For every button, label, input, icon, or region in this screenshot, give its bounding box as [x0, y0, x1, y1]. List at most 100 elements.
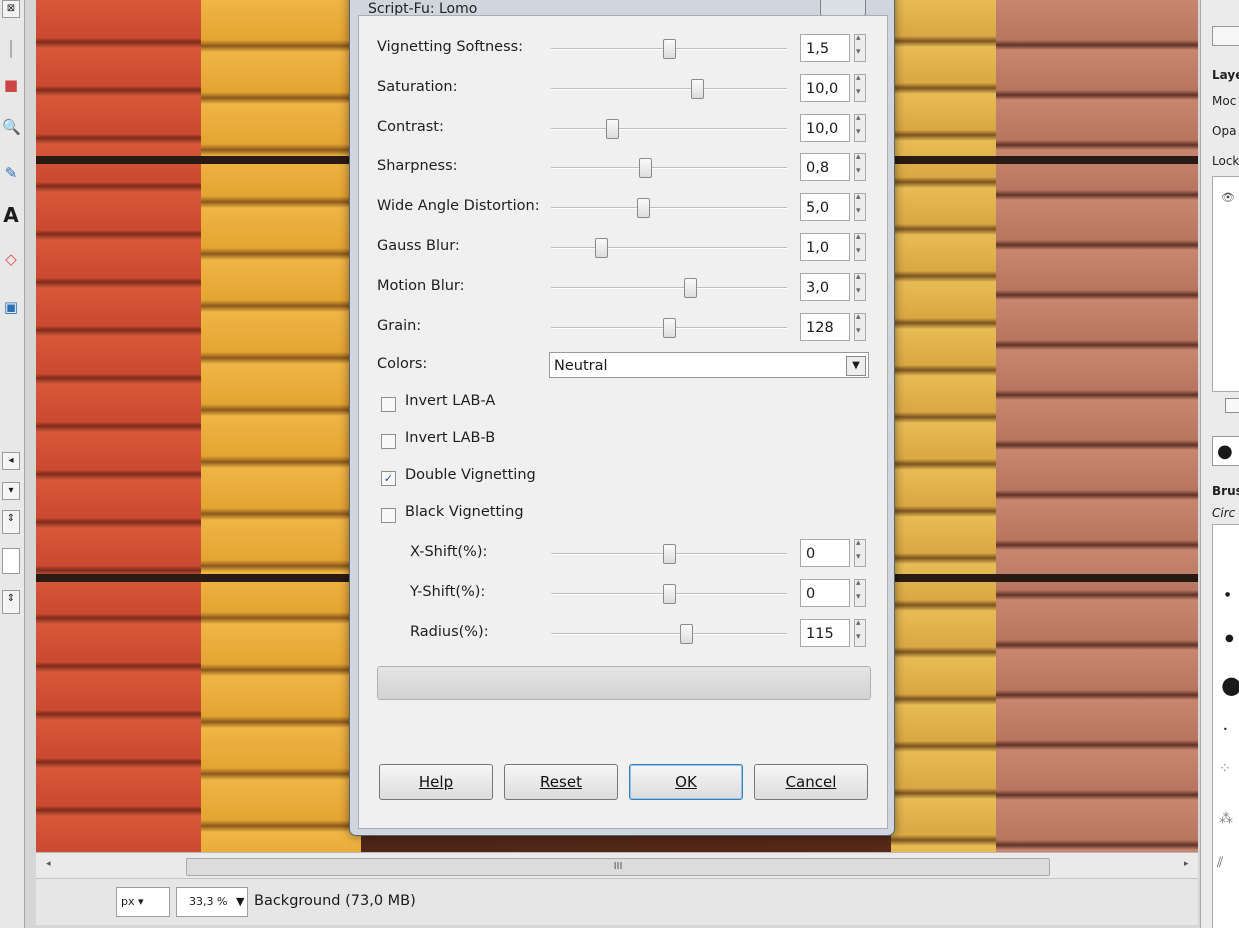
- zoom-dropdown-icon[interactable]: ▼: [236, 895, 244, 908]
- opacity-label: Opa: [1212, 124, 1237, 138]
- vignetting-softness-slider-thumb[interactable]: [663, 39, 676, 59]
- brush-dot-small-icon[interactable]: ●: [1225, 591, 1230, 598]
- contrast-slider-thumb[interactable]: [606, 118, 619, 139]
- gauss-blur-spin-button[interactable]: [854, 232, 866, 261]
- motion-blur-track[interactable]: [551, 286, 787, 289]
- sub-y-shift-value-field[interactable]: 0: [800, 578, 850, 607]
- sub-y-shift-slider-thumb[interactable]: [663, 583, 676, 604]
- field-box[interactable]: [2, 548, 20, 574]
- wide-angle-distortion-slider-thumb[interactable]: [637, 198, 650, 219]
- zoom-value: 33,3 %: [189, 895, 228, 908]
- black-vignetting-label[interactable]: Black Vignetting: [405, 504, 524, 520]
- wide-angle-distortion-value-field[interactable]: 5,0: [800, 193, 850, 222]
- black-vignetting-checkbox[interactable]: [381, 508, 396, 523]
- brush-texture-icon[interactable]: ⁂: [1219, 811, 1233, 827]
- motion-blur-slider-thumb[interactable]: [684, 277, 697, 298]
- gauss-blur-value-field[interactable]: 1,0: [800, 233, 850, 261]
- wide-angle-distortion-label: Wide Angle Distortion:: [377, 198, 540, 215]
- brush-hatch-icon[interactable]: ⫽: [1217, 855, 1223, 871]
- sub-x-shift-spin-button[interactable]: [854, 538, 866, 567]
- pick-icon[interactable]: ✎: [2, 164, 20, 182]
- layers-tab-icon[interactable]: [1212, 26, 1239, 46]
- horizontal-scrollbar[interactable]: ◂ III ▸: [36, 852, 1198, 879]
- sub-radius-spin-button[interactable]: [854, 618, 866, 647]
- contrast-spin-button[interactable]: [854, 113, 866, 142]
- invert-lab-b-checkbox[interactable]: [381, 434, 396, 449]
- brushes-grid[interactable]: ● ● ● • ⁘ ⁂ ⫽: [1212, 524, 1239, 928]
- colors-combo[interactable]: Neutral ▼: [549, 352, 869, 378]
- saturation-track[interactable]: [551, 87, 787, 90]
- contrast-track[interactable]: [551, 127, 787, 130]
- layers-label: Laye: [1212, 68, 1239, 82]
- scroll-thumb[interactable]: III: [186, 858, 1050, 876]
- sub-radius-value-field[interactable]: 115: [800, 618, 850, 647]
- double-vignetting-checkbox[interactable]: ✓: [381, 471, 396, 486]
- lomo-dialog: Script-Fu: Lomo Vignetting Softness:1,5S…: [349, 0, 895, 836]
- dropdown-icon[interactable]: ▾: [2, 482, 20, 500]
- unit-value: px: [121, 895, 135, 908]
- saturation-spin-button[interactable]: [854, 73, 866, 102]
- grain-spin-button[interactable]: [854, 312, 866, 341]
- scroll-right-icon[interactable]: ▸: [1184, 859, 1189, 869]
- sharpness-slider-thumb[interactable]: [639, 158, 652, 179]
- brush-splatter-icon[interactable]: ⁘: [1219, 761, 1231, 777]
- sub-y-shift-spin-button[interactable]: [854, 578, 866, 607]
- layer-tool-icon[interactable]: ▣: [2, 298, 20, 316]
- contrast-value-field[interactable]: 10,0: [800, 113, 850, 142]
- eye-icon[interactable]: 👁: [1221, 191, 1235, 204]
- motion-blur-value-field[interactable]: 3,0: [800, 272, 850, 301]
- chevron-down-icon[interactable]: ▼: [846, 356, 866, 376]
- double-vignetting-label[interactable]: Double Vignetting: [405, 467, 536, 483]
- progress-bar: [377, 666, 871, 700]
- color-tool-icon[interactable]: ■: [2, 76, 20, 94]
- gauss-blur-track[interactable]: [551, 247, 787, 249]
- tool-icon[interactable]: │: [2, 40, 20, 58]
- saturation-slider-thumb[interactable]: [691, 78, 704, 99]
- pink-towel-stack: [996, 0, 1198, 852]
- brushes-label: Brus: [1212, 484, 1239, 498]
- sub-x-shift-label: X-Shift(%):: [410, 544, 488, 560]
- zoom-icon[interactable]: 🔍: [2, 118, 21, 136]
- sharpness-spin-button[interactable]: [854, 152, 866, 182]
- brush-preview-icon[interactable]: ●: [1212, 436, 1239, 466]
- lock-label: Lock: [1212, 154, 1239, 168]
- gauss-blur-slider-thumb[interactable]: [595, 238, 608, 258]
- motion-blur-spin-button[interactable]: [854, 272, 866, 301]
- close-icon[interactable]: ⊠: [2, 0, 20, 18]
- invert-lab-a-checkbox[interactable]: [381, 397, 396, 412]
- sub-radius-slider-thumb[interactable]: [680, 623, 693, 644]
- brush-dot-medium-icon[interactable]: ●: [1225, 633, 1234, 644]
- vignetting-softness-spin-button[interactable]: [854, 33, 866, 62]
- unit-select[interactable]: px ▾: [116, 887, 170, 917]
- invert-lab-b-label[interactable]: Invert LAB-B: [405, 430, 495, 446]
- colors-label: Colors:: [377, 356, 428, 372]
- layer-checkbox[interactable]: [1225, 398, 1239, 413]
- brush-fuzzy-icon[interactable]: •: [1223, 725, 1228, 734]
- wide-angle-distortion-track[interactable]: [551, 207, 787, 210]
- dialog-body: Vignetting Softness: 1,5 Saturation: 10,0 Co…: [358, 15, 888, 829]
- help-button[interactable]: Help: [379, 764, 493, 800]
- text-tool-icon[interactable]: A: [2, 205, 20, 225]
- vignetting-softness-value-field[interactable]: 1,5: [800, 34, 850, 62]
- sharpness-value-field[interactable]: 0,8: [800, 153, 850, 182]
- scroll-left-icon[interactable]: ◂: [46, 859, 51, 869]
- spinner-icon[interactable]: ⇕: [2, 510, 20, 534]
- reset-button[interactable]: Reset: [504, 764, 618, 800]
- cancel-button[interactable]: Cancel: [754, 764, 868, 800]
- eraser-icon[interactable]: ◇: [2, 250, 20, 268]
- invert-lab-a-label[interactable]: Invert LAB-A: [405, 393, 495, 409]
- grain-slider-thumb[interactable]: [663, 317, 676, 338]
- spinner-icon-2[interactable]: ⇕: [2, 590, 20, 614]
- red-towel-stack: [36, 0, 216, 852]
- collapse-icon[interactable]: ◂: [2, 452, 20, 470]
- brush-dot-large-icon[interactable]: ●: [1221, 671, 1239, 699]
- sub-x-shift-value-field[interactable]: 0: [800, 539, 850, 567]
- sub-x-shift-slider-thumb[interactable]: [663, 544, 676, 564]
- saturation-value-field[interactable]: 10,0: [800, 73, 850, 102]
- sharpness-track[interactable]: [551, 167, 787, 170]
- sub-radius-track[interactable]: [551, 632, 787, 635]
- layers-list[interactable]: 👁: [1212, 176, 1239, 392]
- ok-button[interactable]: OK: [629, 764, 743, 800]
- wide-angle-distortion-spin-button[interactable]: [854, 192, 866, 222]
- grain-value-field[interactable]: 128: [800, 312, 850, 341]
